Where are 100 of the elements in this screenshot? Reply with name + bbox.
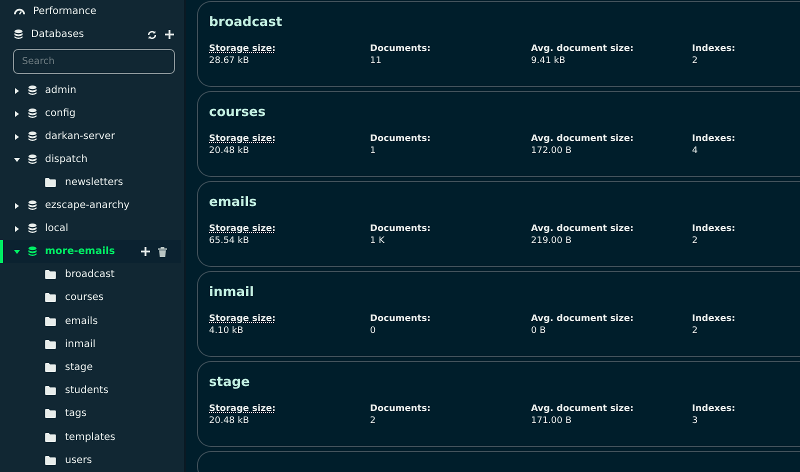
stat-label: Storage size: <box>209 44 276 54</box>
collection-card[interactable]: broadcast Storage size: 28.67 kB Documents: 11 Avg. document size: 9.41 kB Indexes: 2 <box>197 1 800 87</box>
collection-title[interactable]: stage <box>209 375 250 395</box>
stat-value: 11 <box>370 56 382 66</box>
stat-value: 1 <box>370 146 376 156</box>
stat-value: 4 <box>692 146 698 156</box>
databases-heading: Databases <box>31 29 85 40</box>
stat-label: Avg. document size: <box>531 314 634 324</box>
caret-icon[interactable] <box>14 226 20 232</box>
gauge-icon <box>14 6 25 17</box>
collection-item[interactable]: courses <box>0 286 184 310</box>
stat-value: 4.10 kB <box>209 326 244 336</box>
stat-label: Documents: <box>370 404 431 414</box>
database-icon <box>14 29 23 40</box>
caret-icon[interactable] <box>14 88 20 94</box>
database-icon <box>28 223 37 234</box>
stat-label: Indexes: <box>692 134 736 144</box>
collection-item[interactable]: newsletters <box>0 171 184 194</box>
stat-label: Indexes: <box>692 224 736 234</box>
stat-label: Avg. document size: <box>531 134 634 144</box>
plus-icon[interactable] <box>141 247 150 256</box>
stat-label: Storage size: <box>209 404 276 414</box>
collection-item[interactable]: students <box>0 379 184 402</box>
collection-card[interactable]: courses Storage size: 20.48 kB Documents: 1 Avg. document size: 172.00 B Indexes: 4 <box>197 91 800 177</box>
collection-item[interactable]: emails <box>0 310 184 333</box>
stat-label: Indexes: <box>692 314 736 324</box>
caret-icon[interactable] <box>14 134 20 140</box>
stat-value: 65.54 kB <box>209 236 250 246</box>
collection-title[interactable]: inmail <box>209 285 254 305</box>
stat-label: Documents: <box>370 134 431 144</box>
stat-label: Avg. document size: <box>531 44 634 54</box>
stat-value: 3 <box>692 416 698 426</box>
stat-value: 0 B <box>531 326 546 336</box>
database-item[interactable]: local <box>0 217 184 240</box>
collection-item[interactable]: templates <box>0 426 184 449</box>
database-item[interactable]: config <box>0 102 184 125</box>
stat-value: 219.00 B <box>531 236 572 246</box>
collection-item[interactable]: stage <box>0 356 184 380</box>
stat-label: Storage size: <box>209 134 276 144</box>
plus-icon[interactable] <box>165 30 174 39</box>
database-item[interactable]: darkan-server <box>0 125 184 148</box>
search-field[interactable]: Search <box>13 49 175 74</box>
collection-title[interactable]: courses <box>209 105 266 125</box>
collection-item[interactable]: tags <box>0 402 184 426</box>
stat-label: Documents: <box>370 314 431 324</box>
stat-value: 20.48 kB <box>209 146 250 156</box>
database-icon <box>28 246 37 258</box>
collection-card[interactable]: inmail Storage size: 4.10 kB Documents: 0 Avg. document size: 0 B Indexes: 2 <box>197 271 800 357</box>
collection-item[interactable]: broadcast <box>0 263 184 286</box>
stat-value: 2 <box>692 326 698 336</box>
collection-card[interactable]: emails Storage size: 65.54 kB Documents: 1 K Avg. document size: 219.00 B Indexes: 2 <box>197 181 800 267</box>
database-icon <box>28 154 37 165</box>
stat-value: 2 <box>692 236 698 246</box>
stat-value: 2 <box>692 56 698 66</box>
stat-label: Storage size: <box>209 224 276 234</box>
stat-label: Storage size: <box>209 314 276 324</box>
performance-link[interactable]: Performance <box>33 6 96 17</box>
stat-value: 20.48 kB <box>209 416 250 426</box>
stat-label: Documents: <box>370 44 431 54</box>
stat-value: 9.41 kB <box>531 56 566 66</box>
stat-value: 172.00 B <box>531 146 572 156</box>
folder-icon <box>45 316 56 326</box>
folder-icon <box>45 432 56 442</box>
stat-label: Indexes: <box>692 44 736 54</box>
database-item[interactable]: ezscape-anarchy <box>0 194 184 218</box>
stat-label: Indexes: <box>692 404 736 414</box>
collection-item[interactable]: inmail <box>0 332 184 356</box>
collection-title[interactable]: broadcast <box>209 15 282 35</box>
caret-icon[interactable] <box>14 202 20 209</box>
folder-icon <box>45 178 56 188</box>
folder-icon <box>45 409 56 418</box>
folder-icon <box>45 363 56 372</box>
refresh-icon[interactable] <box>147 30 157 40</box>
stat-value: 1 K <box>370 236 384 246</box>
database-icon <box>28 108 37 119</box>
database-icon <box>28 131 37 142</box>
collection-title[interactable]: emails <box>209 195 257 215</box>
database-icon <box>28 200 37 212</box>
folder-icon <box>45 270 56 280</box>
stat-value: 171.00 B <box>531 416 572 426</box>
database-item[interactable]: dispatch <box>0 148 184 171</box>
database-item[interactable]: more-emails <box>0 240 181 264</box>
stat-label: Avg. document size: <box>531 404 634 414</box>
database-icon <box>28 85 37 96</box>
stat-value: 0 <box>370 326 376 336</box>
collection-card[interactable]: stage Storage size: 20.48 kB Documents: 2 Avg. document size: 171.00 B Indexes: 3 <box>197 361 800 447</box>
folder-icon <box>45 386 56 396</box>
caret-icon[interactable] <box>14 248 20 255</box>
stat-value: 2 <box>370 416 376 426</box>
folder-icon <box>45 456 56 465</box>
folder-icon <box>45 293 56 302</box>
stat-label: Documents: <box>370 224 431 234</box>
folder-icon <box>45 340 56 349</box>
trash-icon[interactable] <box>158 246 167 257</box>
collection-item[interactable]: users <box>0 448 184 472</box>
stat-label: Avg. document size: <box>531 224 634 234</box>
database-item[interactable]: admin <box>0 79 184 102</box>
stat-value: 28.67 kB <box>209 56 250 66</box>
caret-icon[interactable] <box>14 110 20 116</box>
caret-icon[interactable] <box>14 156 20 162</box>
